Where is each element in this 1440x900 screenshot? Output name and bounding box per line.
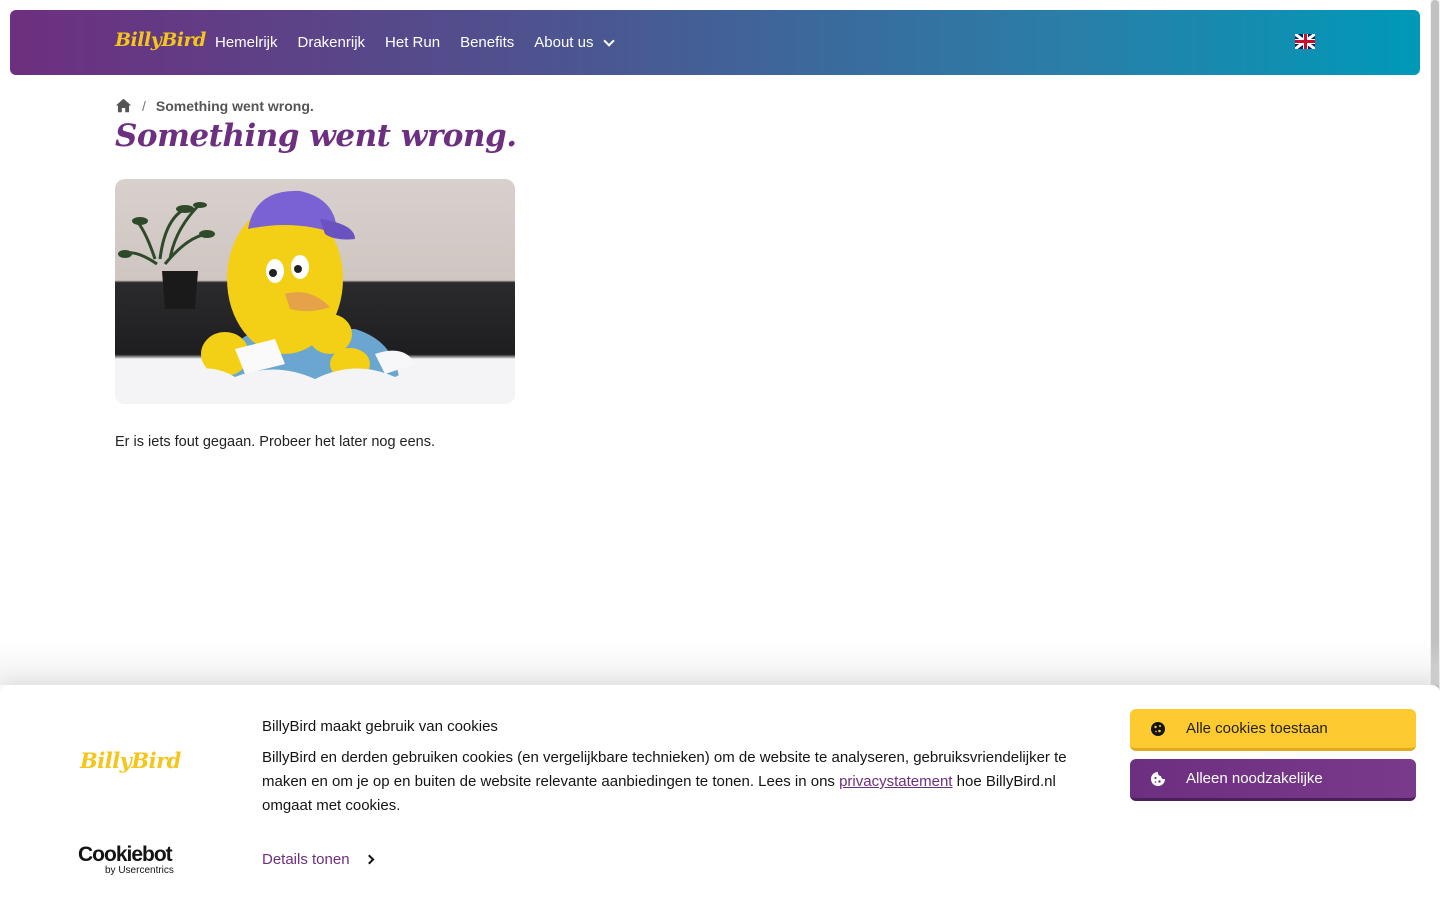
breadcrumb: / Something went wrong. — [115, 97, 314, 114]
cookie-banner-text: BillyBird en derden gebruiken cookies (e… — [262, 746, 1072, 818]
cookie-banner: BillyBird Cookiebot by Usercentrics Bill… — [0, 685, 1440, 900]
main-nav: Hemelrijk Drakenrijk Het Run Benefits Ab… — [215, 10, 616, 75]
banner-fade — [0, 640, 1440, 685]
scrollbar-thumb[interactable] — [1431, 0, 1439, 720]
cookie-bite-icon — [1151, 771, 1165, 786]
nav-item-het-run[interactable]: Het Run — [385, 34, 440, 51]
cookiebot-logo[interactable]: Cookiebot by Usercentrics — [78, 843, 188, 877]
nav-item-drakenrijk[interactable]: Drakenrijk — [298, 34, 366, 51]
cookiebot-sub: by Usercentrics — [105, 865, 174, 876]
cookie-banner-logo: BillyBird — [80, 748, 181, 773]
uk-flag-icon[interactable] — [1295, 34, 1315, 49]
details-label: Details tonen — [262, 851, 350, 868]
nav-item-about-us[interactable]: About us — [534, 34, 616, 51]
error-illustration — [115, 179, 515, 404]
necessary-only-label: Alleen noodzakelijke — [1186, 770, 1323, 787]
allow-all-label: Alle cookies toestaan — [1186, 720, 1328, 737]
nav-item-benefits[interactable]: Benefits — [460, 34, 514, 51]
necessary-only-button[interactable]: Alleen noodzakelijke — [1130, 759, 1416, 801]
site-header: BillyBird Hemelrijk Drakenrijk Het Run B… — [10, 10, 1420, 75]
site-logo[interactable]: BillyBird — [115, 29, 206, 51]
privacy-statement-link[interactable]: privacystatement — [839, 773, 952, 790]
details-toggle[interactable]: Details tonen — [262, 851, 375, 868]
page-title: Something went wrong. — [115, 118, 517, 154]
cookie-banner-title: BillyBird maakt gebruik van cookies — [262, 718, 498, 735]
chevron-right-icon — [364, 854, 375, 865]
breadcrumb-current: Something went wrong. — [155, 97, 314, 114]
allow-all-cookies-button[interactable]: Alle cookies toestaan — [1130, 709, 1416, 751]
home-icon[interactable] — [115, 97, 132, 114]
chevron-down-icon — [603, 34, 616, 47]
nav-item-hemelrijk[interactable]: Hemelrijk — [215, 34, 278, 51]
nav-item-about-us-label: About us — [534, 34, 594, 51]
cookiebot-name: Cookiebot — [78, 843, 173, 866]
cookie-icon — [1151, 721, 1165, 736]
breadcrumb-separator: / — [142, 97, 146, 114]
error-message: Er is iets fout gegaan. Probeer het late… — [115, 434, 436, 450]
